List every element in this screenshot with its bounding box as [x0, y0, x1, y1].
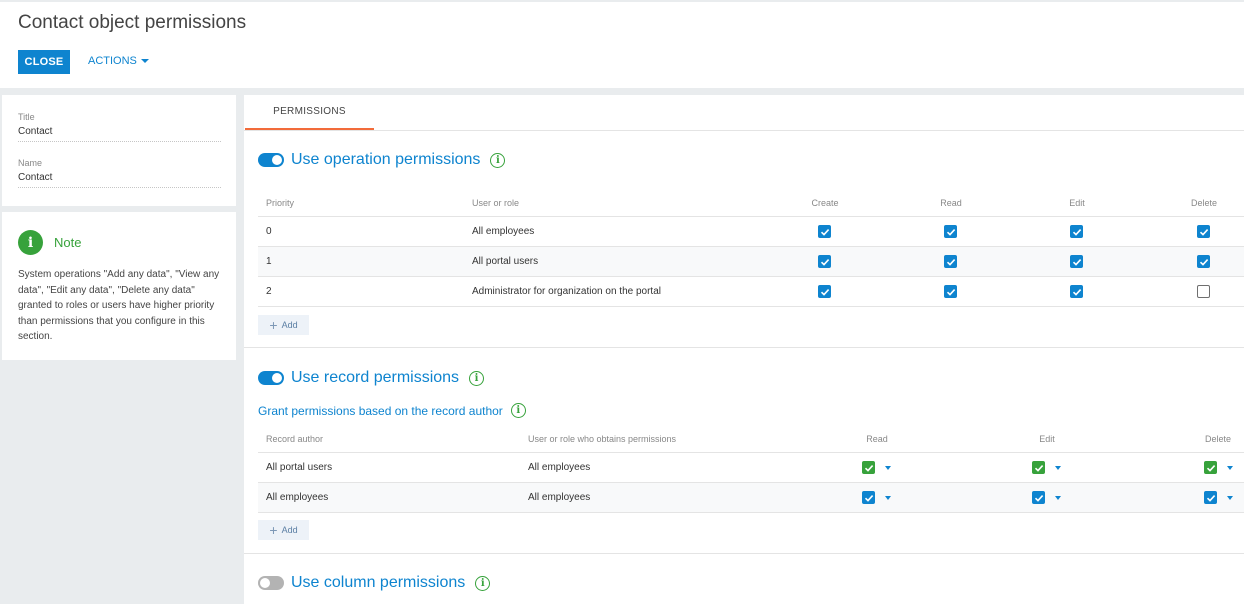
- table-row[interactable]: 0 All employees: [258, 217, 1244, 247]
- delete-checkbox[interactable]: [1197, 225, 1210, 238]
- dropdown-arrow-icon[interactable]: [1227, 495, 1233, 500]
- delete-checkbox[interactable]: [1197, 255, 1210, 268]
- section-divider: [244, 553, 1244, 554]
- dropdown-arrow-icon[interactable]: [1055, 465, 1061, 470]
- create-checkbox[interactable]: [818, 285, 831, 298]
- priority-cell: 0: [266, 226, 272, 237]
- dropdown-arrow-icon[interactable]: [885, 495, 891, 500]
- add-label: Add: [281, 320, 298, 330]
- table-row[interactable]: 1 All portal users: [258, 247, 1244, 277]
- delete-checkbox[interactable]: [1197, 285, 1210, 298]
- column-header-user-or-role[interactable]: User or role: [472, 190, 519, 216]
- grid-header-row: Record author User or role who obtains p…: [258, 426, 1244, 453]
- tab-permissions[interactable]: PERMISSIONS: [245, 95, 374, 130]
- edit-checkbox[interactable]: [1032, 461, 1045, 474]
- column-header-read[interactable]: Read: [844, 426, 910, 452]
- user-or-role-cell: All portal users: [472, 256, 539, 267]
- permissions-panel: PERMISSIONS Use operation permissions i …: [244, 95, 1244, 604]
- record-permissions-title: Use record permissions: [291, 369, 460, 386]
- details-card: Title Contact Name Contact: [2, 95, 236, 206]
- info-icon[interactable]: i: [510, 403, 526, 418]
- edit-checkbox[interactable]: [1070, 285, 1083, 298]
- plus-icon: +: [269, 317, 278, 333]
- create-checkbox[interactable]: [818, 225, 831, 238]
- read-checkbox[interactable]: [862, 491, 875, 504]
- info-icon[interactable]: i: [469, 370, 485, 386]
- table-row[interactable]: All portal users All employees: [258, 453, 1244, 483]
- delete-checkbox[interactable]: [1204, 461, 1217, 474]
- column-header-read[interactable]: Read: [918, 190, 984, 216]
- tab-divider: [244, 130, 1244, 131]
- operation-permissions-header: Use operation permissions i: [258, 151, 506, 169]
- read-checkbox[interactable]: [944, 225, 957, 238]
- edit-checkbox[interactable]: [1070, 255, 1083, 268]
- close-button[interactable]: CLOSE: [18, 50, 70, 74]
- caret-down-icon: [140, 59, 149, 63]
- plus-icon: +: [269, 522, 278, 538]
- record-permissions-header: Use record permissions i: [258, 369, 485, 387]
- section-divider: [244, 347, 1244, 348]
- record-author-subtitle-text: Grant permissions based on the record au…: [258, 403, 503, 418]
- column-header-priority[interactable]: Priority: [266, 190, 294, 216]
- grantee-cell: All employees: [528, 462, 591, 473]
- operation-permissions-grid: Priority User or role Create Read Edit D…: [258, 190, 1244, 307]
- edit-checkbox[interactable]: [1032, 491, 1045, 504]
- read-checkbox[interactable]: [862, 461, 875, 474]
- delete-checkbox[interactable]: [1204, 491, 1217, 504]
- create-checkbox[interactable]: [818, 255, 831, 268]
- record-author-cell: All employees: [266, 492, 329, 503]
- grid-header-row: Priority User or role Create Read Edit D…: [258, 190, 1244, 217]
- grantee-cell: All employees: [528, 492, 591, 503]
- info-icon[interactable]: i: [475, 575, 491, 591]
- column-permissions-toggle[interactable]: [258, 576, 284, 590]
- title-label: Title: [18, 112, 35, 122]
- title-value: Contact: [18, 126, 53, 137]
- operation-permissions-title: Use operation permissions: [291, 151, 481, 168]
- info-icon[interactable]: i: [490, 152, 506, 168]
- add-record-permission-button[interactable]: + Add: [258, 520, 309, 540]
- column-header-edit[interactable]: Edit: [1044, 190, 1110, 216]
- user-or-role-cell: All employees: [472, 226, 535, 237]
- add-operation-permission-button[interactable]: + Add: [258, 315, 309, 335]
- read-checkbox[interactable]: [944, 285, 957, 298]
- column-header-delete[interactable]: Delete: [1171, 190, 1237, 216]
- column-header-record-author[interactable]: Record author: [266, 426, 323, 452]
- user-or-role-cell: Administrator for organization on the po…: [472, 286, 661, 297]
- read-checkbox[interactable]: [944, 255, 957, 268]
- priority-cell: 1: [266, 256, 272, 267]
- dropdown-arrow-icon[interactable]: [1227, 465, 1233, 470]
- dropdown-arrow-icon[interactable]: [885, 465, 891, 470]
- name-field[interactable]: Name Contact: [18, 158, 221, 188]
- column-header-grantee[interactable]: User or role who obtains permissions: [528, 426, 676, 452]
- note-card: i Note System operations "Add any data",…: [2, 212, 236, 360]
- column-header-edit[interactable]: Edit: [1014, 426, 1080, 452]
- actions-label: ACTIONS: [88, 55, 137, 67]
- record-permissions-toggle[interactable]: [258, 371, 284, 385]
- page-header: Contact object permissions CLOSE ACTIONS: [0, 0, 1244, 88]
- column-permissions-header: Use column permissions i: [258, 574, 491, 592]
- info-icon: i: [18, 230, 43, 255]
- name-label: Name: [18, 158, 43, 168]
- edit-checkbox[interactable]: [1070, 225, 1083, 238]
- record-permissions-grid: Record author User or role who obtains p…: [258, 426, 1244, 513]
- dropdown-arrow-icon[interactable]: [1055, 495, 1061, 500]
- column-header-delete[interactable]: Delete: [1185, 426, 1244, 452]
- add-label: Add: [281, 525, 298, 535]
- title-field[interactable]: Title Contact: [18, 112, 221, 142]
- table-row[interactable]: 2 Administrator for organization on the …: [258, 277, 1244, 307]
- note-title: Note: [54, 235, 82, 250]
- table-row[interactable]: All employees All employees: [258, 483, 1244, 513]
- page-title: Contact object permissions: [18, 12, 247, 33]
- record-author-subtitle: Grant permissions based on the record au…: [258, 403, 526, 418]
- column-header-create[interactable]: Create: [792, 190, 858, 216]
- operation-permissions-toggle[interactable]: [258, 153, 284, 167]
- column-permissions-title: Use column permissions: [291, 574, 466, 591]
- actions-button[interactable]: ACTIONS: [88, 55, 149, 67]
- name-value: Contact: [18, 172, 53, 183]
- record-author-cell: All portal users: [266, 462, 333, 473]
- note-text: System operations "Add any data", "View …: [18, 269, 220, 342]
- priority-cell: 2: [266, 286, 272, 297]
